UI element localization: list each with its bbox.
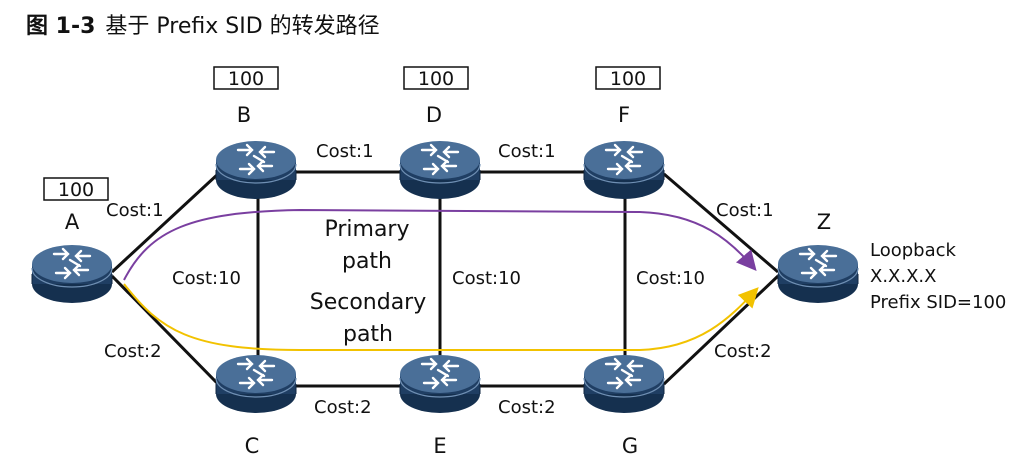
node-label-a: A [65, 210, 80, 234]
router-g-icon [582, 353, 666, 415]
sid-value-d: 100 [418, 68, 454, 90]
link-a-b [110, 172, 220, 274]
router-b-icon [214, 139, 298, 201]
primary-path-label-line2: path [342, 249, 392, 274]
link-a-c [110, 274, 220, 386]
cost-label-b-d: Cost:1 [316, 141, 374, 162]
secondary-path-label-line2: path [343, 322, 393, 347]
node-label-d: D [426, 103, 442, 127]
node-label-e: E [433, 434, 446, 458]
router-d-icon [398, 139, 482, 201]
primary-path-label-line1: Primary [324, 217, 409, 242]
cost-label-c-e: Cost:2 [314, 397, 372, 418]
cost-label-g-z: Cost:2 [714, 341, 772, 362]
router-c-icon [214, 353, 298, 415]
sid-value-b: 100 [228, 68, 264, 90]
node-label-z: Z [817, 210, 831, 234]
node-label-g: G [622, 434, 638, 458]
router-f-icon [582, 139, 666, 201]
node-label-f: F [618, 103, 630, 127]
link-g-z [662, 274, 780, 386]
loopback-label: Loopback [870, 240, 957, 261]
sid-value-f: 100 [610, 68, 646, 90]
cost-label-b-c: Cost:10 [172, 268, 241, 289]
cost-label-a-c: Cost:2 [104, 341, 162, 362]
router-e-icon [398, 353, 482, 415]
cost-label-d-e: Cost:10 [452, 268, 521, 289]
node-label-b: B [237, 103, 251, 127]
cost-label-f-g: Cost:10 [636, 268, 705, 289]
network-diagram: 100 100 100 100 A B D F C E G Z Cost:1 C… [30, 66, 1006, 458]
secondary-path-label-line1: Secondary [310, 290, 427, 315]
router-z-icon [776, 243, 860, 305]
cost-label-e-g: Cost:2 [498, 397, 556, 418]
cost-label-f-z: Cost:1 [716, 200, 774, 221]
prefix-sid-label: Prefix SID=100 [870, 292, 1006, 313]
sid-value-a: 100 [58, 179, 94, 201]
link-f-z [663, 172, 779, 274]
cost-label-a-b: Cost:1 [106, 200, 164, 221]
cost-label-d-f: Cost:1 [498, 141, 556, 162]
node-label-c: C [245, 434, 260, 458]
loopback-address: X.X.X.X [870, 266, 937, 287]
router-a-icon [30, 243, 114, 305]
